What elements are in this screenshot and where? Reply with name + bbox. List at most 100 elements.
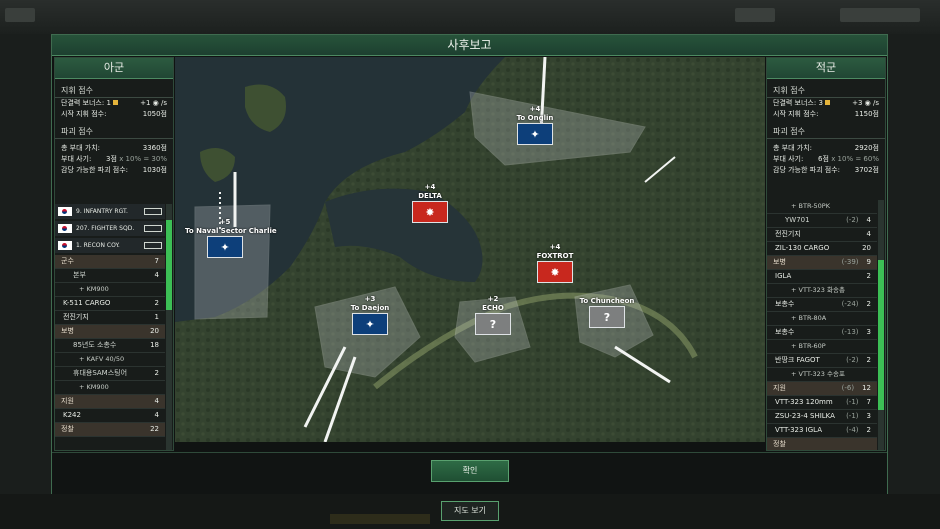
vehicle-icon [144,242,162,249]
start-command-row: 시작 지휘 점수: 1150점 [773,110,879,118]
sector-points: +4 [529,105,541,113]
sector-points: +5 [219,218,231,226]
enemy-loss-item: ZIL-130 CARGO 20 [767,242,877,256]
enemy-emblem-icon: ✸ [537,261,573,283]
sector-marker[interactable]: +4 To Onglin ✦ [495,105,575,145]
korea-flag-icon [58,241,72,250]
command-point-icon [825,100,831,105]
morale-row: 부대 사기: 3점 x 10% = 30% [61,155,167,163]
enemy-panel: 적군 지휘 점수 단결력 보너스: 3 +3 ◉ /s 시작 지휘 점수: 11… [766,57,886,451]
korea-flag-icon [58,207,72,216]
eye-icon: ◉ [152,99,159,107]
enemy-scrollbar[interactable] [878,200,884,450]
total-value-row: 총 부대 가치: 3360점 [61,144,167,152]
enemy-header: 적군 [767,58,885,79]
enemy-loss-item: IGLA 2 [767,270,877,284]
allied-scroll-thumb[interactable] [166,220,172,310]
allied-scrollbar[interactable] [166,204,172,450]
dialog-footer: 확인 [52,452,887,494]
unit-card[interactable]: 9. INFANTRY RGT. [55,204,165,219]
nato-emblem-icon: ✦ [517,123,553,145]
background-element [5,8,35,22]
allied-loss-item: 보병 20 [55,325,165,339]
aircraft-icon [144,225,162,232]
enemy-loss-item: 반땅크 FAGOT (-2) 2 [767,354,877,368]
sector-name: To Onglin [516,114,554,122]
allied-loss-item: + KM900 [55,381,165,395]
allied-panel: 아군 지휘 점수 단결력 보너스: 1 +1 ◉ /s 시작 지휘 점수: 10… [54,57,174,451]
command-point-icon [113,100,119,105]
allied-loss-item: 휴대용SAM스팅어 2 [55,367,165,381]
sector-marker[interactable]: +5 To Naval Sector Charlie ✦ [185,218,277,258]
battle-map[interactable]: +4 To Onglin ✦ +4 DELTA ✸ +5 To Naval Sector Ch… [175,57,765,442]
background-ticker [330,514,430,524]
enemy-loss-item: VTT-323 IGLA (-4) 2 [767,424,877,438]
eye-icon: ◉ [864,99,871,107]
destruction-points-section: 파괴 점수 [55,126,173,139]
allied-loss-item: 85년도 소총수 18 [55,339,165,353]
enemy-loss-item: YW701 (-2) 4 [767,214,877,228]
sector-name: To Chuncheon [579,297,635,305]
destruction-points-section: 파괴 점수 [767,126,885,139]
allied-losses-list: 군수 7 본부 4 + KM900 K-511 CARGO 2 전진기지 1 보병 20 85년도 소… [55,255,165,437]
unit-card[interactable]: 207. FIGHTER SQD. [55,221,165,236]
command-points-section: 지휘 점수 [767,85,885,98]
allied-loss-item: K-511 CARGO 2 [55,297,165,311]
map-view-button[interactable]: 지도 보기 [441,501,499,521]
unknown-icon: ? [589,306,625,328]
unit-card[interactable]: 1. RECON COY. [55,238,165,253]
allied-loss-item: 지원 4 [55,395,165,409]
sector-marker[interactable]: +4 DELTA ✸ [390,183,470,223]
morale-row: 부대 사기: 6점 x 10% = 60% [773,155,879,163]
destructible-row: 감당 가능한 파괴 점수: 1030점 [61,166,167,174]
sector-points: +4 [424,183,436,191]
start-command-row: 시작 지휘 점수: 1050점 [61,110,167,118]
confirm-button[interactable]: 확인 [431,460,509,482]
korea-flag-icon [58,224,72,233]
occupancy-bonus-row: 단결력 보너스: 3 +3 ◉ /s [773,99,879,107]
sector-marker[interactable]: To Chuncheon? [567,288,647,328]
allied-loss-item: + KM900 [55,283,165,297]
sector-name: To Daejon [350,304,390,312]
allied-loss-item: + KAFV 40/50 [55,353,165,367]
allied-unit-list: 9. INFANTRY RGT. 207. FIGHTER SQD. 1. RE… [55,204,165,437]
nato-emblem-icon: ✦ [207,236,243,258]
enemy-loss-item: + VTT-323 화송총 [767,284,877,298]
enemy-loss-item: + VTT-323 수송포 [767,368,877,382]
sector-points [567,288,647,297]
nato-emblem-icon: ✦ [352,313,388,335]
sector-name: FOXTROT [536,252,574,260]
enemy-losses-list: + BTR-50PK YW701 (-2) 4 전진기지 4 ZIL-130 CARGO 20… [767,200,877,450]
sector-points: +2 [487,295,499,303]
allied-header: 아군 [55,58,173,79]
background-top-bar [0,0,940,34]
sector-name: To Naval Sector Charlie [185,227,277,235]
enemy-loss-item: ZSU-23-4 SHILKA (-1) 3 [767,410,877,424]
dialog-title: 사후보고 [52,35,887,56]
sector-marker[interactable]: +2 ECHO? [453,295,533,335]
enemy-loss-item: 정찰 [767,438,877,450]
command-points-section: 지휘 점수 [55,85,173,98]
allied-loss-item: 본부 4 [55,269,165,283]
enemy-loss-item: VTT-323 120mm (-1) 7 [767,396,877,410]
enemy-loss-item: 보총수 (-24) 2 [767,298,877,312]
destructible-row: 감당 가능한 파괴 점수: 3702점 [773,166,879,174]
enemy-loss-item: 지원 (-6) 12 [767,382,877,396]
sector-points: +4 [549,243,561,251]
vehicle-icon [144,208,162,215]
allied-loss-item: 정찰 22 [55,423,165,437]
sector-marker[interactable]: +4 FOXTROT ✸ [515,243,595,283]
sector-name: ECHO [482,304,504,312]
after-action-report-dialog: 사후보고 아군 지휘 점수 단결력 보너스: 1 +1 ◉ /s 시작 지휘 점… [51,34,888,494]
sector-points: +3 [364,295,376,303]
enemy-loss-item: 보병 (-39) 9 [767,256,877,270]
background-element [840,8,920,22]
enemy-loss-item: + BTR-50PK [767,200,877,214]
enemy-emblem-icon: ✸ [412,201,448,223]
occupancy-bonus-row: 단결력 보너스: 1 +1 ◉ /s [61,99,167,107]
enemy-loss-item: 전진기지 4 [767,228,877,242]
enemy-loss-item: + BTR-60P [767,340,877,354]
enemy-scroll-thumb[interactable] [878,260,884,410]
allied-loss-item: 전진기지 1 [55,311,165,325]
sector-marker[interactable]: +3 To Daejon ✦ [330,295,410,335]
